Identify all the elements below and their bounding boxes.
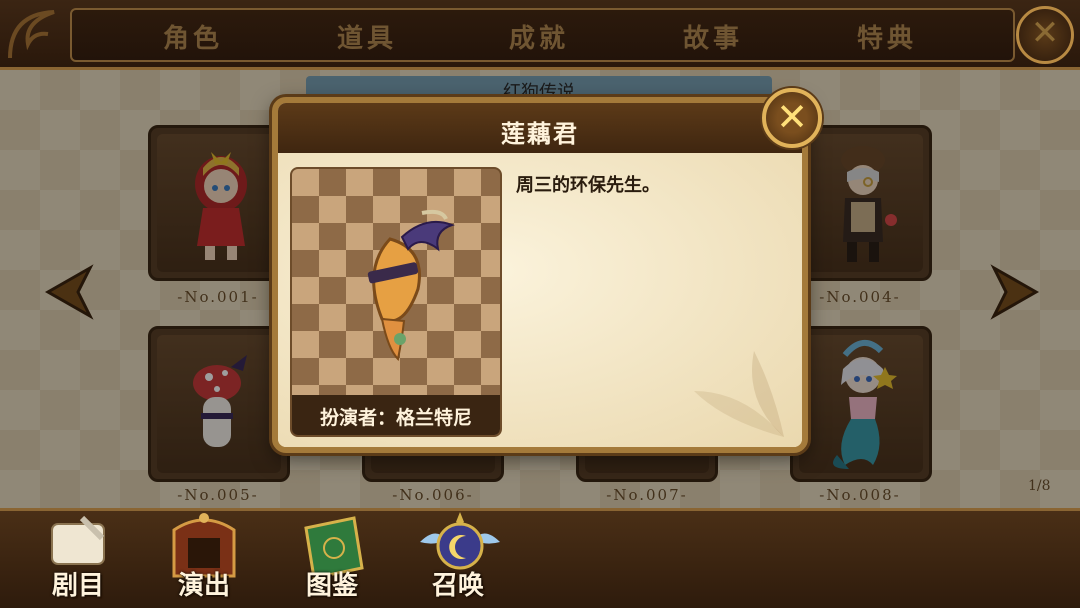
- close-button[interactable]: ✕: [1016, 6, 1074, 64]
- actor-credit: 扮演者：格兰特尼: [319, 407, 472, 429]
- modal-title: 莲藕君: [501, 120, 579, 148]
- close-icon: ✕: [1030, 13, 1060, 53]
- character-description: 周三的环保先生。: [516, 175, 660, 196]
- character-portrait: 扮演者：格兰特尼: [290, 167, 502, 437]
- leaf-ornament-icon: [694, 351, 784, 437]
- nav-encyclopedia-button[interactable]: 图鉴: [282, 510, 382, 608]
- tab-bonus[interactable]: 特典: [842, 18, 932, 55]
- tab-items[interactable]: 道具: [322, 18, 412, 55]
- nav-summon-button[interactable]: 召唤: [408, 510, 508, 608]
- lotus-root-character-icon: [367, 209, 455, 362]
- nav-performance-button[interactable]: 演出: [154, 510, 254, 608]
- nav-label: 召唤: [431, 571, 484, 601]
- tab-achievements[interactable]: 成就: [494, 18, 584, 55]
- nav-repertoire-button[interactable]: 剧目: [28, 510, 128, 608]
- modal-close-button[interactable]: ✕: [762, 88, 822, 148]
- close-icon: ✕: [776, 95, 808, 139]
- tab-characters[interactable]: 角色: [148, 18, 238, 55]
- ornament-icon: [8, 10, 55, 59]
- actor-bar: 扮演者：格兰特尼: [292, 395, 500, 435]
- tab-stories[interactable]: 故事: [668, 18, 758, 55]
- modal-header: 莲藕君: [278, 103, 802, 153]
- nav-label: 剧目: [51, 571, 104, 601]
- nav-label: 演出: [177, 571, 230, 601]
- nav-label: 图鉴: [305, 571, 358, 601]
